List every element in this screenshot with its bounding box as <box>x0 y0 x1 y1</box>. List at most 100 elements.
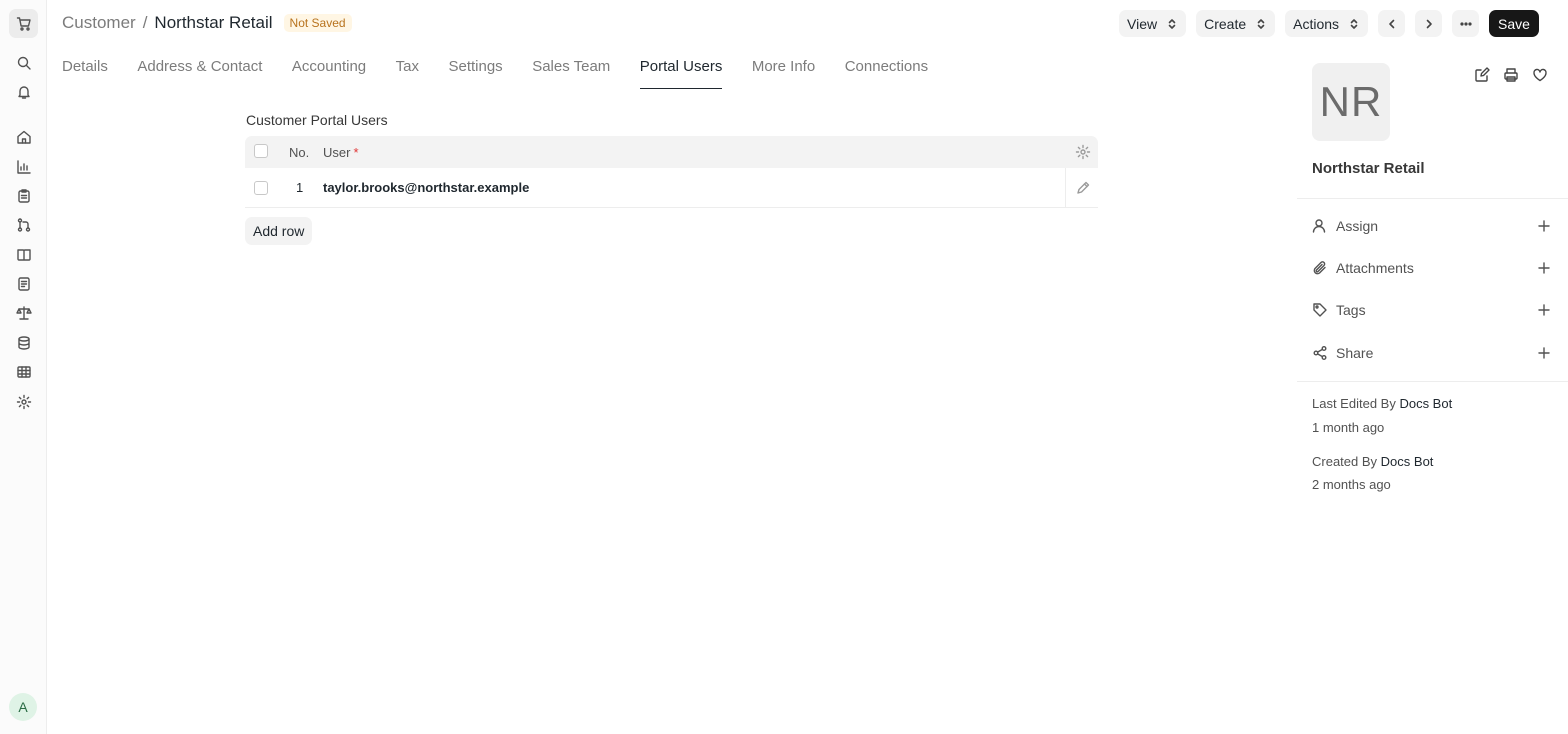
breadcrumb: Customer / Northstar Retail Not Saved <box>62 12 352 34</box>
save-button[interactable]: Save <box>1489 10 1539 37</box>
last-edited-prefix: Last Edited By <box>1312 396 1396 411</box>
chevron-right-icon <box>1426 19 1432 28</box>
app-switcher-button[interactable] <box>9 9 38 38</box>
breadcrumb-parent-link[interactable]: Customer <box>62 13 136 33</box>
sidebar-item-label: Attachments <box>1336 260 1414 276</box>
sidebar-item-tags[interactable]: Tags <box>1312 300 1552 320</box>
portal-users-table: No. User * 1 taylor.brooks@northstar.exam… <box>245 136 1098 208</box>
search-button[interactable] <box>14 53 33 72</box>
scale-icon <box>15 305 32 320</box>
sidebar-item-attachments[interactable]: Attachments <box>1312 258 1552 278</box>
record-avatar[interactable]: NR <box>1312 63 1390 141</box>
workflow-button[interactable] <box>14 215 33 234</box>
tab-address-contact[interactable]: Address & Contact <box>137 58 262 89</box>
user-avatar-letter: A <box>18 699 28 715</box>
select-all-checkbox[interactable] <box>254 144 268 158</box>
printer-icon <box>1504 68 1518 82</box>
tab-sales-team[interactable]: Sales Team <box>532 58 610 89</box>
tag-icon <box>1313 303 1327 317</box>
git-branch-icon <box>17 217 30 232</box>
add-attachment-button[interactable] <box>1536 260 1552 276</box>
add-tag-button[interactable] <box>1536 302 1552 318</box>
edit-button[interactable] <box>1474 67 1490 83</box>
last-edited-by-user[interactable]: Docs Bot <box>1399 396 1452 411</box>
ellipsis-icon <box>1459 21 1472 26</box>
settings-button[interactable] <box>14 392 33 411</box>
sidebar-divider <box>1297 381 1568 382</box>
notifications-button[interactable] <box>14 82 33 101</box>
print-button[interactable] <box>1503 67 1519 83</box>
page-title: Northstar Retail <box>154 13 273 32</box>
tab-connections[interactable]: Connections <box>845 58 928 89</box>
view-button-label: View <box>1127 15 1158 32</box>
user-icon <box>1312 219 1326 233</box>
row-user-value[interactable]: taylor.brooks@northstar.example <box>323 180 529 195</box>
gear-icon <box>1075 144 1091 160</box>
sidebar-divider <box>1297 198 1568 199</box>
tab-details[interactable]: Details <box>62 58 108 89</box>
last-edited-time: 1 month ago <box>1312 420 1385 435</box>
form-tabs: Details Address & Contact Accounting Tax… <box>62 58 958 89</box>
more-options-button[interactable] <box>1452 10 1480 37</box>
sidebar-item-label: Assign <box>1336 218 1379 234</box>
tab-portal-users[interactable]: Portal Users <box>639 58 722 89</box>
column-header-no: No. <box>289 144 310 160</box>
plus-icon <box>1538 304 1550 316</box>
table-row[interactable]: 1 taylor.brooks@northstar.example <box>245 168 1098 208</box>
tab-settings[interactable]: Settings <box>448 58 502 89</box>
chevron-up-down-icon <box>1257 18 1265 29</box>
bell-icon <box>17 85 30 99</box>
last-edited-info: Last Edited By Docs Bot <box>1312 396 1452 411</box>
column-settings-button[interactable] <box>1075 144 1091 160</box>
edit-icon <box>1475 67 1490 82</box>
bar-chart-icon <box>16 159 31 174</box>
tab-accounting[interactable]: Accounting <box>292 58 366 89</box>
book-icon <box>16 248 31 261</box>
plus-icon <box>1538 347 1550 359</box>
heart-icon <box>1533 68 1547 82</box>
share-icon <box>1313 346 1327 360</box>
next-record-button[interactable] <box>1415 10 1443 37</box>
created-by-user[interactable]: Docs Bot <box>1381 454 1434 469</box>
home-icon <box>16 130 31 144</box>
row-checkbox[interactable] <box>254 181 268 195</box>
created-time: 2 months ago <box>1312 477 1391 492</box>
plus-icon <box>1538 220 1550 232</box>
documents-button[interactable] <box>14 274 33 293</box>
created-info: Created By Docs Bot <box>1312 454 1433 469</box>
tasks-button[interactable] <box>14 186 33 205</box>
knowledge-base-button[interactable] <box>14 245 33 264</box>
previous-record-button[interactable] <box>1378 10 1406 37</box>
actions-button[interactable]: Actions <box>1285 10 1369 37</box>
sidebar-item-assign[interactable]: Assign <box>1312 216 1552 236</box>
legal-button[interactable] <box>14 303 33 322</box>
edit-row-button[interactable] <box>1075 180 1091 196</box>
create-button[interactable]: Create <box>1196 10 1276 37</box>
chevron-up-down-icon <box>1350 18 1358 29</box>
home-button[interactable] <box>14 127 33 146</box>
required-marker: * <box>353 144 359 160</box>
user-avatar[interactable]: A <box>9 693 37 721</box>
clipboard-icon <box>17 188 30 203</box>
gear-icon <box>16 394 31 409</box>
table-button[interactable] <box>14 362 33 381</box>
sidebar-item-label: Tags <box>1336 302 1366 318</box>
database-button[interactable] <box>14 333 33 352</box>
chevron-up-down-icon <box>1168 18 1176 29</box>
chevron-left-icon <box>1388 19 1394 28</box>
tab-more-info[interactable]: More Info <box>752 58 815 89</box>
pencil-icon <box>1077 181 1090 194</box>
view-button[interactable]: View <box>1119 10 1187 37</box>
sidebar-actions <box>1474 67 1561 83</box>
create-button-label: Create <box>1204 15 1247 32</box>
page-toolbar: View Create Actions Save <box>1119 10 1539 37</box>
app-sidebar-rail: A <box>0 0 47 734</box>
add-assign-button[interactable] <box>1536 218 1552 234</box>
plus-icon <box>1538 262 1550 274</box>
reports-button[interactable] <box>14 157 33 176</box>
add-row-button[interactable]: Add row <box>245 217 313 245</box>
sidebar-item-share[interactable]: Share <box>1312 343 1552 363</box>
like-button[interactable] <box>1532 67 1548 83</box>
add-share-button[interactable] <box>1536 345 1552 361</box>
tab-tax[interactable]: Tax <box>396 58 419 89</box>
